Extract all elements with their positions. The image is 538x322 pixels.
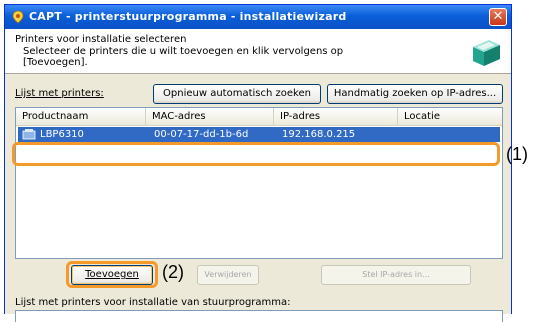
install-printer-list[interactable] xyxy=(15,310,503,322)
callout-highlight-row xyxy=(12,142,500,166)
window-title: CAPT - printerstuurprogramma - installat… xyxy=(29,10,347,23)
callout-label-1: (1) xyxy=(506,144,528,164)
close-button[interactable]: ✕ xyxy=(489,8,507,26)
printer-app-icon xyxy=(12,10,24,24)
printer-list-label: Lijst met printers: xyxy=(15,88,104,99)
printer-row-icon xyxy=(22,129,36,140)
wizard-step-instructions: Selecteer de printers die u wilt toevoeg… xyxy=(23,46,344,68)
column-header-product[interactable]: Productnaam xyxy=(16,108,146,125)
wizard-header: Printers voor installatie selecteren Sel… xyxy=(5,29,511,74)
title-bar[interactable]: CAPT - printerstuurprogramma - installat… xyxy=(5,5,511,29)
callout-label-2: (2) xyxy=(162,262,184,282)
callout-highlight-add xyxy=(66,261,158,288)
column-header-mac[interactable]: MAC-adres xyxy=(146,108,274,125)
printer-list-label-text: Lijst met printers: xyxy=(15,88,104,99)
set-ip-button[interactable]: Stel IP-adres in... xyxy=(321,265,471,285)
printer-list-header: Productnaam MAC-adres IP-adres Locatie xyxy=(16,108,502,126)
remove-button[interactable]: Verwijderen xyxy=(197,265,259,285)
table-row[interactable]: LBP6310 00-07-17-dd-1b-6d 192.168.0.215 xyxy=(18,127,500,142)
cell-mac: 00-07-17-dd-1b-6d xyxy=(154,129,249,140)
cell-ip: 192.168.0.215 xyxy=(282,129,356,140)
printer-icon xyxy=(473,40,500,66)
auto-search-button[interactable]: Opnieuw automatisch zoeken xyxy=(153,84,321,104)
cell-product: LBP6310 xyxy=(40,129,84,140)
wizard-step-title: Printers voor installatie selecteren xyxy=(15,34,187,45)
printer-list[interactable]: Productnaam MAC-adres IP-adres Locatie L… xyxy=(15,107,503,259)
column-header-ip[interactable]: IP-adres xyxy=(274,108,398,125)
manual-ip-search-button[interactable]: Handmatig zoeken op IP-adres... xyxy=(327,84,503,104)
column-header-location[interactable]: Locatie xyxy=(398,108,502,125)
install-list-label: Lijst met printers voor installatie van … xyxy=(15,297,291,308)
